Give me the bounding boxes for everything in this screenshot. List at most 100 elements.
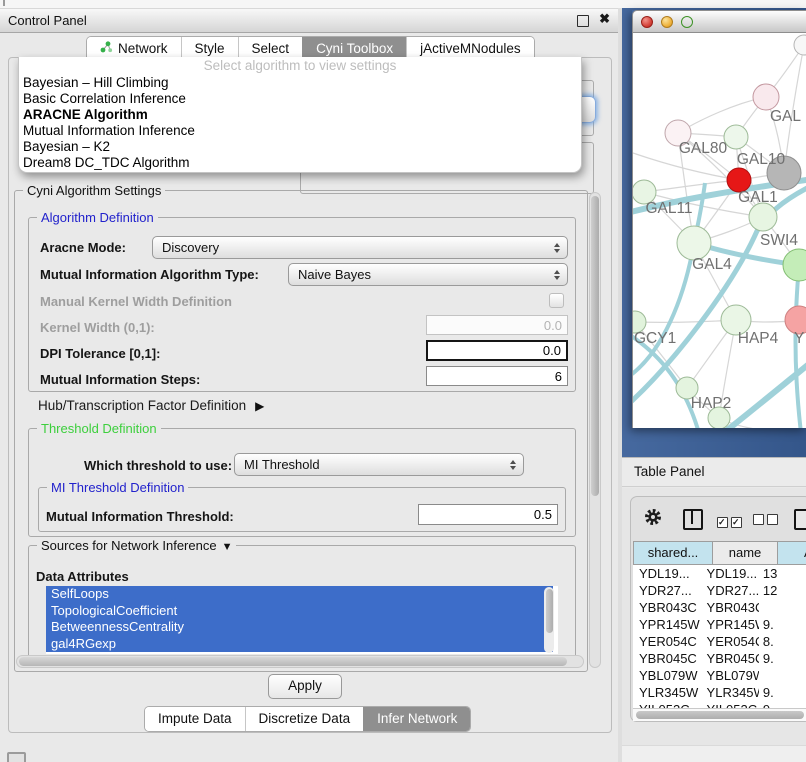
table-cell: YBR043C <box>633 599 703 616</box>
column-header-a[interactable]: A <box>778 541 806 565</box>
data-attributes-list[interactable]: SelfLoopsTopologicalCoefficientBetweenne… <box>46 586 558 654</box>
tab-label: Impute Data <box>158 707 232 731</box>
aracne-mode-label: Aracne Mode: <box>40 240 126 255</box>
mi-threshold-label: Mutual Information Threshold: <box>46 509 234 524</box>
table-row[interactable]: YBL079WYBL079W <box>633 667 806 684</box>
attributes-scrollbar-thumb[interactable] <box>546 589 553 633</box>
close-window-icon[interactable] <box>641 16 653 28</box>
node-label-gal4: GAL4 <box>692 256 732 273</box>
algorithm-option[interactable]: ARACNE Algorithm <box>19 107 581 123</box>
attribute-item[interactable]: TopologicalCoefficient <box>46 603 553 620</box>
table-cell: 9. <box>759 616 806 633</box>
node-label-y: Y <box>794 330 804 347</box>
dpi-tolerance-input[interactable] <box>426 340 568 361</box>
mi-type-select[interactable]: Naive Bayes <box>288 263 568 286</box>
expand-right-icon[interactable]: ▶ <box>255 399 264 413</box>
zoom-window-icon[interactable] <box>681 16 693 28</box>
table-row[interactable]: YPR145WYPR145W9. <box>633 616 806 633</box>
settings-vertical-scrollbar-thumb[interactable] <box>591 196 599 496</box>
table-horizontal-scrollbar[interactable] <box>633 708 806 721</box>
table-cell: YBR043C <box>703 599 759 616</box>
tab-discretize-data[interactable]: Discretize Data <box>245 707 364 731</box>
manual-kernel-checkbox[interactable] <box>549 293 564 308</box>
table-cell: YDR27... <box>633 582 703 599</box>
network-node[interactable] <box>677 226 711 260</box>
settings-horizontal-scrollbar-thumb[interactable] <box>19 657 567 666</box>
mi-threshold-title: MI Threshold Definition <box>47 480 188 495</box>
collapse-down-icon[interactable]: ▼ <box>222 541 233 553</box>
minimize-window-icon[interactable] <box>661 16 673 28</box>
algorithm-option[interactable]: Bayesian – K2 <box>19 139 581 155</box>
apply-button[interactable]: Apply <box>268 674 342 699</box>
mi-steps-input[interactable] <box>426 366 568 386</box>
aracne-mode-select[interactable]: Discovery <box>152 236 568 259</box>
network-edge <box>678 97 766 133</box>
column-header-name[interactable]: name <box>713 541 778 565</box>
close-panel-icon[interactable]: ✖ <box>599 11 610 27</box>
table-cell: 9. <box>759 650 806 667</box>
document-icon[interactable] <box>794 509 806 530</box>
table-row[interactable]: YER054CYER054C8. <box>633 633 806 650</box>
table-row[interactable]: YBR045CYBR045C9. <box>633 650 806 667</box>
mi-steps-label: Mutual Information Steps: <box>40 372 200 387</box>
table-cell: YLR345W <box>703 684 759 701</box>
threshold-definition-title: Threshold Definition <box>37 421 161 436</box>
tab-impute-data[interactable]: Impute Data <box>145 707 245 731</box>
network-window: GALGAL80GAL10GAL1GAL11SWI4GAL4GCY1HAP4YH… <box>632 10 806 428</box>
attribute-item[interactable]: BetweennessCentrality <box>46 619 553 636</box>
table-cell <box>759 599 806 616</box>
node-label-gal10: GAL10 <box>737 151 786 168</box>
network-node[interactable] <box>724 125 748 149</box>
table-cell: YER054C <box>703 633 759 650</box>
sources-title-row[interactable]: Sources for Network Inference▼ <box>37 538 236 555</box>
attribute-item[interactable]: SelfLoops <box>46 586 553 603</box>
table-row[interactable]: YDR27...YDR27...12 <box>633 582 806 599</box>
network-window-titlebar[interactable] <box>632 10 806 33</box>
attribute-item[interactable]: gal4RGexp <box>46 636 553 653</box>
table-cell: YDL19... <box>703 565 759 582</box>
mi-type-value: Naive Bayes <box>289 267 547 282</box>
dropdown-options: Bayesian – Hill ClimbingBasic Correlatio… <box>19 75 581 171</box>
algorithm-option[interactable]: Dream8 DC_TDC Algorithm <box>19 155 581 171</box>
network-view[interactable]: GALGAL80GAL10GAL1GAL11SWI4GAL4GCY1HAP4YH… <box>632 33 806 428</box>
table-cell: YPR145W <box>703 616 759 633</box>
network-node[interactable] <box>753 84 779 110</box>
manual-kernel-label: Manual Kernel Width Definition <box>40 294 232 309</box>
tab-label: Infer Network <box>377 707 457 731</box>
data-attributes-label: Data Attributes <box>36 569 129 584</box>
table-row[interactable]: YBR043CYBR043C <box>633 599 806 616</box>
float-panel-icon[interactable] <box>577 15 589 27</box>
hub-definition-section[interactable]: Hub/Transcription Factor Definition▶ <box>38 398 264 413</box>
top-strip <box>0 0 806 8</box>
network-node[interactable] <box>783 249 806 281</box>
node-label-gal80: GAL80 <box>679 140 728 157</box>
gear-icon[interactable] <box>643 507 663 532</box>
node-label-hap4: HAP4 <box>738 330 779 347</box>
table-cell: YBR045C <box>633 650 703 667</box>
column-header-shared-[interactable]: shared... <box>633 541 713 565</box>
which-threshold-select[interactable]: MI Threshold <box>234 453 524 476</box>
bottom-tabbar: Impute Data Discretize Data Infer Network <box>144 706 471 732</box>
tab-label: Discretize Data <box>259 707 351 731</box>
algorithm-option[interactable]: Mutual Information Inference <box>19 123 581 139</box>
node-label-gal11: GAL11 <box>645 200 692 217</box>
mi-threshold-input[interactable] <box>418 504 558 525</box>
node-label-gal: GAL <box>770 108 801 125</box>
table-cell: YPR145W <box>633 616 703 633</box>
table-row[interactable]: YLR345WYLR345W9. <box>633 684 806 701</box>
network-node[interactable] <box>749 203 777 231</box>
column-layout-icon[interactable] <box>683 509 703 530</box>
select-all-checkboxes-icon[interactable]: ✓✓ <box>717 512 745 530</box>
table-row[interactable]: YDL19...YDL19...13 <box>633 565 806 582</box>
network-node[interactable] <box>794 35 806 55</box>
algorithm-option[interactable]: Bayesian – Hill Climbing <box>19 75 581 91</box>
table-horizontal-scrollbar-thumb[interactable] <box>636 711 804 719</box>
network-edge <box>633 185 806 409</box>
algorithm-option[interactable]: Basic Correlation Inference <box>19 91 581 107</box>
deselect-checkboxes-icon[interactable] <box>753 512 781 530</box>
docked-panel-icon[interactable] <box>7 752 26 762</box>
network-graph[interactable]: GALGAL80GAL10GAL1GAL11SWI4GAL4GCY1HAP4YH… <box>633 33 806 428</box>
node-label-swi4: SWI4 <box>760 232 798 249</box>
tab-infer-network[interactable]: Infer Network <box>363 707 470 731</box>
table-row[interactable]: YIL052CYIL052C9. <box>633 701 806 708</box>
